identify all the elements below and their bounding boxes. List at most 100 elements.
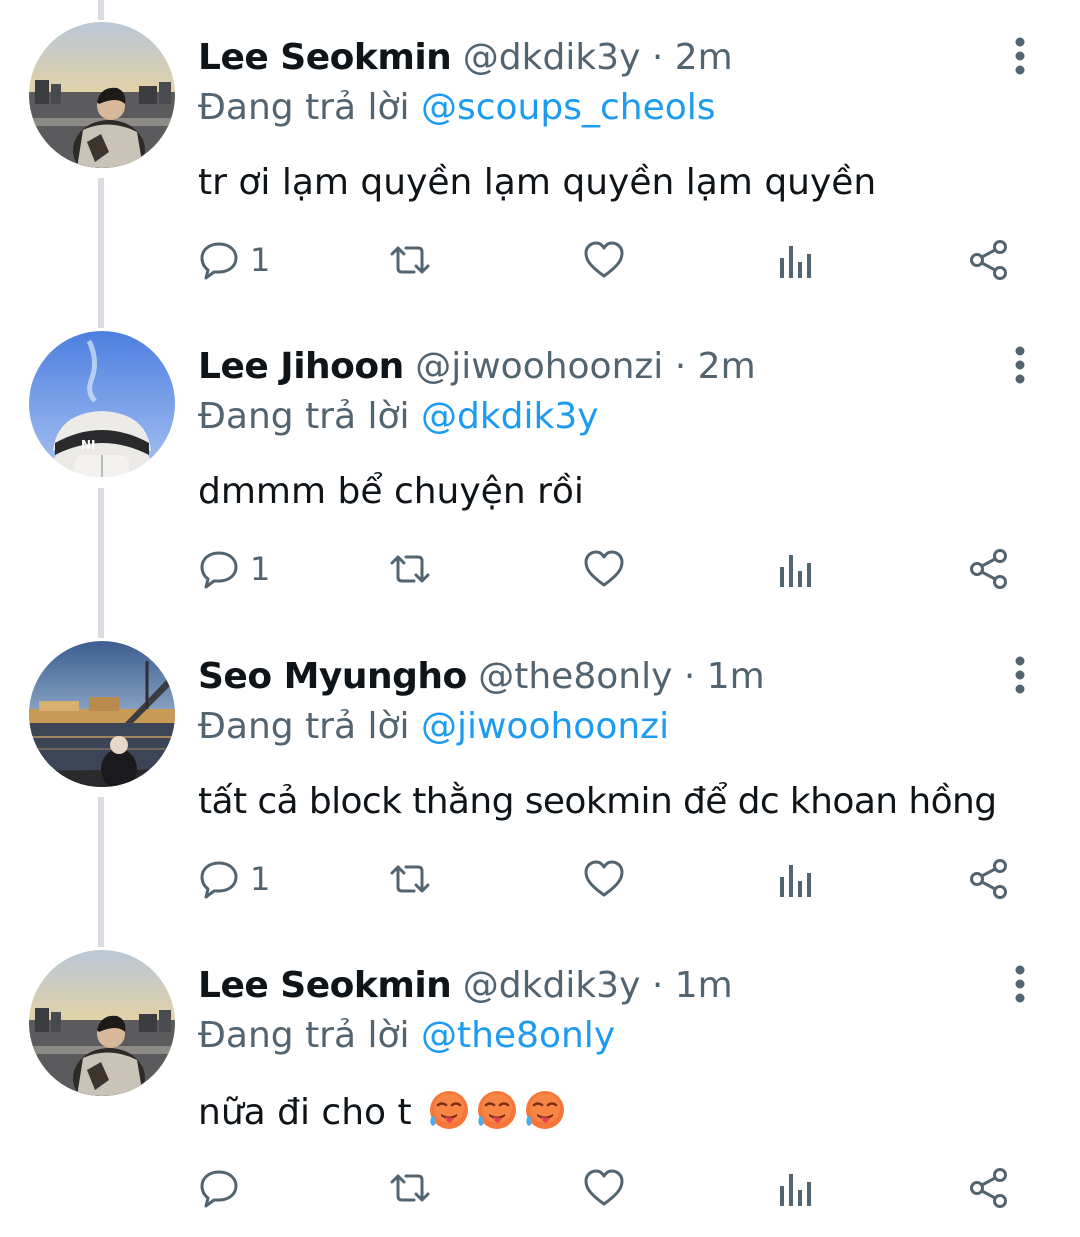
separator: · [683,656,696,697]
more-vertical-icon[interactable] [1002,36,1038,76]
tweet-actions [198,1148,1028,1228]
like-button[interactable] [582,1148,626,1228]
reply-mention-link[interactable]: @dkdik3y [421,396,599,437]
tweet[interactable]: NI Lee Jihoon @jiwoohoonzi · 2m Đang trả… [0,309,1080,618]
like-button[interactable] [582,529,626,609]
more-vertical-icon[interactable] [1002,964,1038,1004]
svg-text:NI: NI [81,438,96,452]
retweet-button[interactable] [386,839,434,919]
share-icon [968,858,1010,900]
reply-mention-link[interactable]: @scoups_cheols [421,87,716,128]
heart-icon [582,1168,626,1208]
reply-button[interactable]: 1 [198,839,270,919]
share-icon [968,1167,1010,1209]
share-button[interactable] [968,529,1010,609]
replying-to: Đang trả lời @the8only [198,1014,615,1058]
reply-button[interactable]: 1 [198,220,270,300]
tweet-actions: 1 [198,839,1028,919]
analytics-icon [778,1168,814,1208]
tweet-text: dmmm bể chuyện rồi [198,471,584,512]
more-vertical-icon[interactable] [1002,655,1038,695]
more-vertical-icon[interactable] [1002,345,1038,385]
retweet-icon [386,859,434,899]
heart-icon [582,240,626,280]
reply-count: 1 [250,241,271,279]
share-icon [968,548,1010,590]
views-button[interactable] [778,529,814,609]
separator: · [651,37,664,78]
tweet-header: Lee Seokmin @dkdik3y · 2m [198,36,733,80]
tweet[interactable]: Lee Seokmin @dkdik3y · 2m Đang trả lời @… [0,0,1080,309]
retweet-icon [386,1168,434,1208]
retweet-button[interactable] [386,1148,434,1228]
tweet-text: tr ơi lạm quyền lạm quyền lạm quyền [198,162,877,203]
reply-button[interactable]: 1 [198,529,270,609]
avatar[interactable]: NI [29,331,175,477]
display-name[interactable]: Seo Myungho [198,656,467,697]
display-name[interactable]: Lee Jihoon [198,346,404,387]
reply-count: 1 [250,860,271,898]
user-handle[interactable]: @dkdik3y [463,965,641,1006]
replying-to-label: Đang trả lời [198,706,410,747]
retweet-icon [386,240,434,280]
tweet-header: Lee Jihoon @jiwoohoonzi · 2m [198,345,756,389]
retweet-button[interactable] [386,220,434,300]
heart-icon [582,859,626,899]
avatar[interactable] [29,950,175,1096]
separator: · [651,965,664,1006]
tweet-header: Lee Seokmin @dkdik3y · 1m [198,964,733,1008]
views-button[interactable] [778,839,814,919]
views-button[interactable] [778,220,814,300]
share-button[interactable] [968,839,1010,919]
tweet-text: tất cả block thằng seokmin để dc khoan h… [198,781,997,822]
tweet-header: Seo Myungho @the8only · 1m [198,655,765,699]
tweet[interactable]: Seo Myungho @the8only · 1m Đang trả lời … [0,619,1080,928]
replying-to: Đang trả lời @dkdik3y [198,395,599,439]
hot-face-emoji [526,1091,565,1129]
reply-count: 1 [250,550,271,588]
tweet-actions: 1 [198,529,1028,609]
display-name[interactable]: Lee Seokmin [198,965,452,1006]
share-button[interactable] [968,1148,1010,1228]
like-button[interactable] [582,839,626,919]
user-handle[interactable]: @the8only [478,656,672,697]
replying-to-label: Đang trả lời [198,87,410,128]
tweet-text: nữa đi cho t [198,1088,567,1136]
like-button[interactable] [582,220,626,300]
avatar[interactable] [29,22,175,168]
replying-to-label: Đang trả lời [198,396,410,437]
replying-to: Đang trả lời @scoups_cheols [198,86,716,130]
retweet-button[interactable] [386,529,434,609]
replying-to-label: Đang trả lời [198,1015,410,1056]
user-handle[interactable]: @jiwoohoonzi [415,346,663,387]
share-button[interactable] [968,220,1010,300]
reply-bubble-icon [198,1168,240,1208]
timestamp[interactable]: 2m [675,37,733,78]
timestamp[interactable]: 1m [675,965,733,1006]
reply-bubble-icon [198,549,240,589]
separator: · [674,346,687,387]
heart-icon [582,549,626,589]
hot-face-emoji [430,1091,469,1129]
share-icon [968,239,1010,281]
analytics-icon [778,240,814,280]
tweet[interactable]: Lee Seokmin @dkdik3y · 1m Đang trả lời @… [0,928,1080,1237]
retweet-icon [386,549,434,589]
reply-button[interactable] [198,1148,250,1228]
hot-face-emoji [478,1091,517,1129]
analytics-icon [778,549,814,589]
timestamp[interactable]: 1m [707,656,765,697]
reply-bubble-icon [198,859,240,899]
tweet-text-content: nữa đi cho t [198,1092,412,1133]
reply-mention-link[interactable]: @jiwoohoonzi [421,706,669,747]
replying-to: Đang trả lời @jiwoohoonzi [198,705,669,749]
user-handle[interactable]: @dkdik3y [463,37,641,78]
avatar[interactable] [29,641,175,787]
analytics-icon [778,859,814,899]
tweet-actions: 1 [198,220,1028,300]
views-button[interactable] [778,1148,814,1228]
reply-mention-link[interactable]: @the8only [421,1015,615,1056]
timestamp[interactable]: 2m [698,346,756,387]
display-name[interactable]: Lee Seokmin [198,37,452,78]
reply-bubble-icon [198,240,240,280]
